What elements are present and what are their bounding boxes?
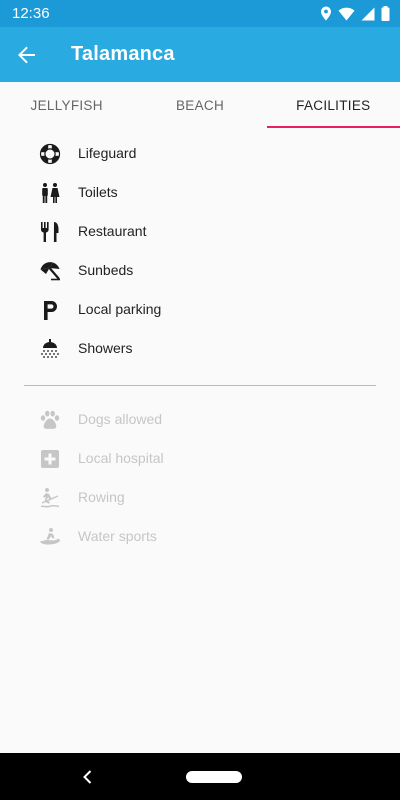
back-button[interactable] <box>12 40 42 70</box>
rowing-icon <box>40 488 60 508</box>
facility-item-local-hospital: Local hospital <box>0 439 400 478</box>
shower-icon <box>41 339 59 358</box>
facility-label: Dogs allowed <box>78 411 163 427</box>
facility-item-sunbeds: Sunbeds <box>0 251 400 290</box>
tab-beach[interactable]: BEACH <box>133 82 266 128</box>
tab-bar: JELLYFISH BEACH FACILITIES <box>0 82 400 128</box>
tab-facilities[interactable]: FACILITIES <box>267 82 400 128</box>
facility-label: Sunbeds <box>78 262 134 278</box>
facility-label: Toilets <box>78 184 118 200</box>
app-bar: Talamanca <box>0 27 400 82</box>
facility-item-parking: Local parking <box>0 290 400 329</box>
arrow-back-icon <box>18 46 35 64</box>
facility-item-rowing: Rowing <box>0 478 400 517</box>
battery-icon <box>381 6 390 21</box>
parking-icon <box>44 301 57 320</box>
facility-item-restaurant: Restaurant <box>0 212 400 251</box>
signal-icon <box>361 7 375 20</box>
status-bar: 12:36 <box>0 0 400 27</box>
wifi-icon <box>338 7 355 20</box>
facility-label: Local hospital <box>78 450 164 466</box>
nav-back-icon[interactable] <box>78 767 98 787</box>
lifebuoy-icon <box>39 143 61 165</box>
facility-label: Rowing <box>78 489 125 505</box>
status-icons <box>320 5 390 22</box>
active-tab-indicator <box>267 126 400 128</box>
jet-ski-icon <box>40 528 60 545</box>
facility-item-water-sports: Water sports <box>0 517 400 556</box>
facility-item-showers: Showers <box>0 329 400 368</box>
facility-label: Local parking <box>78 301 162 317</box>
page-title: Talamanca <box>71 43 175 65</box>
tab-jellyfish[interactable]: JELLYFISH <box>0 82 133 128</box>
paw-icon <box>40 410 60 429</box>
facility-label: Showers <box>78 340 133 356</box>
facility-label: Water sports <box>78 528 157 544</box>
facility-item-lifeguard: Lifeguard <box>0 134 400 173</box>
facility-item-dogs-allowed: Dogs allowed <box>0 400 400 439</box>
facility-item-toilets: Toilets <box>0 173 400 212</box>
hospital-icon <box>41 450 59 468</box>
beach-umbrella-icon <box>40 262 60 281</box>
nav-home-button[interactable] <box>186 771 242 783</box>
restaurant-icon <box>41 222 59 242</box>
toilets-icon <box>42 183 60 203</box>
facility-label: Restaurant <box>78 223 147 239</box>
facility-label: Lifeguard <box>78 145 137 161</box>
location-icon <box>321 6 331 21</box>
section-divider <box>24 385 376 386</box>
status-time: 12:36 <box>12 5 50 22</box>
